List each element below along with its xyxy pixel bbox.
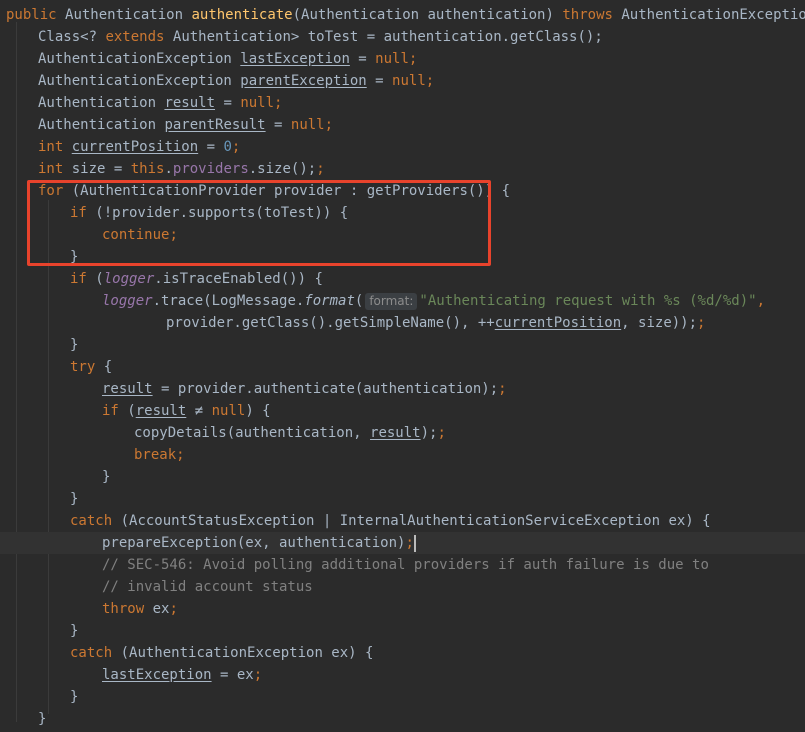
code-line: provider.getClass().getSimpleName(), ++c…: [166, 315, 706, 331]
code-line: logger.trace(LogMessage.format(format: "A…: [102, 293, 765, 310]
code-line: catch (AccountStatusException | Internal…: [70, 513, 711, 529]
indent-guide: [48, 200, 49, 714]
code-line: AuthenticationException lastException = …: [38, 51, 418, 67]
code-line: }: [70, 491, 79, 507]
code-line: break;: [134, 447, 185, 463]
code-line: }: [70, 623, 79, 639]
code-editor[interactable]: public Authentication authenticate(Authe…: [0, 0, 805, 732]
code-line: throw ex;: [102, 601, 178, 617]
current-line: prepareException(ex, authentication);: [0, 532, 805, 554]
code-line: }: [70, 689, 79, 705]
code-line: lastException = ex;: [102, 667, 263, 683]
code-line: // invalid account status: [102, 576, 313, 598]
code-line: }: [38, 711, 47, 727]
code-line: int currentPosition = 0;: [38, 139, 241, 155]
code-line: int size = this.providers.size();;: [38, 161, 325, 177]
comment: // invalid account status: [102, 579, 313, 595]
code-line: if (result ≠ null) {: [102, 403, 271, 419]
code-line: Authentication result = null;: [38, 95, 283, 111]
code-line: }: [70, 337, 79, 353]
indent-guide: [16, 22, 17, 722]
code-line: public Authentication authenticate(Authe…: [6, 7, 805, 23]
code-line: copyDetails(authentication, result);;: [134, 425, 446, 441]
code-line: catch (AuthenticationException ex) {: [70, 645, 374, 661]
code-line: }: [102, 469, 111, 485]
code-line: Class<? extends Authentication> toTest =…: [38, 29, 603, 45]
code-line: if (logger.isTraceEnabled()) {: [70, 271, 323, 287]
code-line: Authentication parentResult = null;: [38, 117, 334, 133]
code-line: // SEC-546: Avoid polling additional pro…: [102, 554, 709, 576]
highlight-annotation-box: [27, 180, 491, 266]
method-name: authenticate: [191, 7, 293, 23]
parameter-hint: format:: [365, 293, 418, 310]
code-line: try {: [70, 359, 113, 375]
code-line: result = provider.authenticate(authentic…: [102, 381, 507, 397]
code-line: AuthenticationException parentException …: [38, 73, 435, 89]
text-caret: [413, 534, 416, 552]
comment: // SEC-546: Avoid polling additional pro…: [102, 557, 709, 573]
